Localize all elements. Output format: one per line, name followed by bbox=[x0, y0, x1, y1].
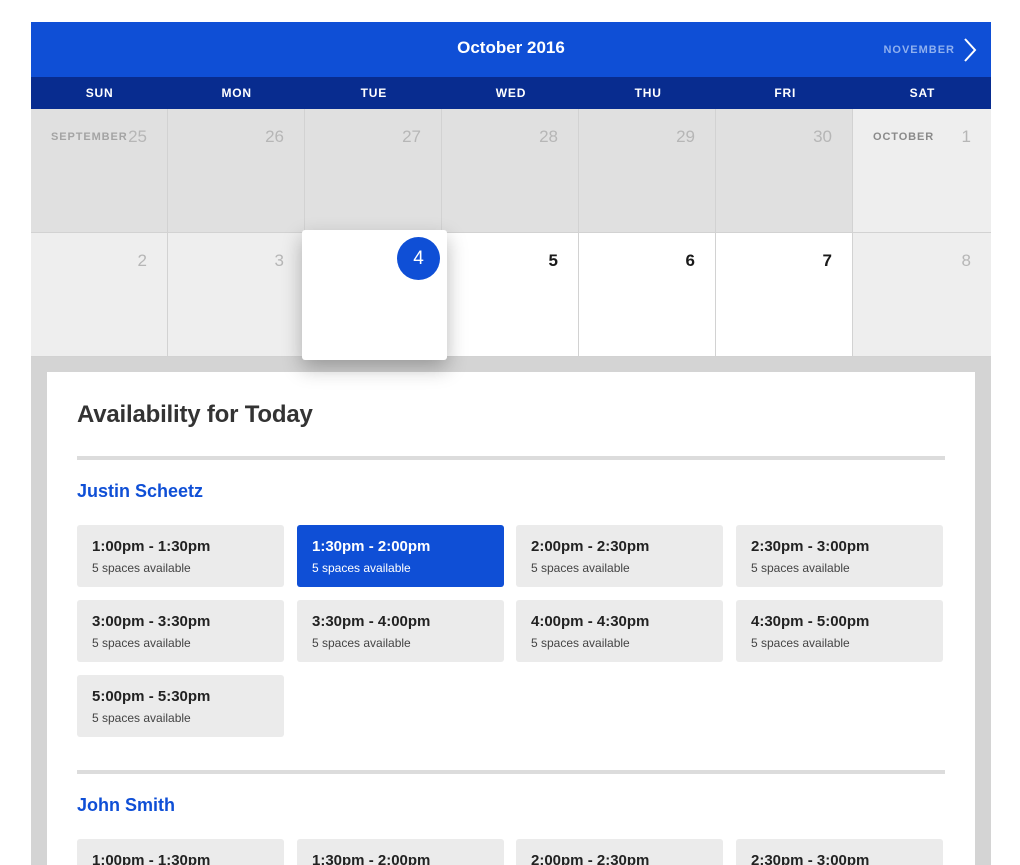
slot-time: 2:00pm - 2:30pm bbox=[531, 852, 650, 865]
month-title: October 2016 bbox=[457, 38, 565, 57]
time-slot[interactable]: 2:30pm - 3:00pm5 spaces available bbox=[736, 839, 943, 865]
next-month-label: NOVEMBER bbox=[883, 43, 955, 56]
slot-availability: 5 spaces available bbox=[92, 561, 191, 575]
weekday-sat: SAT bbox=[909, 86, 936, 100]
day-number: 8 bbox=[961, 251, 971, 270]
slot-time: 5:00pm - 5:30pm bbox=[92, 688, 211, 705]
weekday-wed: WED bbox=[495, 86, 527, 100]
slot-availability: 5 spaces available bbox=[751, 636, 850, 650]
day-cell: 29 bbox=[579, 109, 716, 233]
calendar: October 2016 NOVEMBER SUN MON TUE WED TH… bbox=[31, 22, 991, 865]
day-cell: 28 bbox=[442, 109, 579, 233]
slot-availability: 5 spaces available bbox=[531, 636, 630, 650]
day-number: 1 bbox=[961, 127, 971, 146]
slot-time: 3:30pm - 4:00pm bbox=[312, 613, 431, 630]
time-slot[interactable]: 3:30pm - 4:00pm 5 spaces available bbox=[297, 600, 504, 662]
slot-time: 3:00pm - 3:30pm bbox=[92, 613, 211, 630]
day-grid: SEPTEMBER 25 26 27 28 29 30 OCTOBER 1 2 3 5 6 7 8 bbox=[31, 109, 991, 357]
day-cell[interactable]: 6 bbox=[579, 233, 716, 357]
time-slot[interactable]: 2:00pm - 2:30pm5 spaces available bbox=[516, 839, 723, 865]
slot-availability: 5 spaces available bbox=[312, 561, 411, 575]
slot-availability: 5 spaces available bbox=[312, 636, 411, 650]
section-divider bbox=[77, 770, 945, 774]
today-cell[interactable]: 4 bbox=[302, 230, 447, 360]
weekday-thu: THU bbox=[634, 86, 662, 100]
day-cell: 30 bbox=[716, 109, 853, 233]
slot-time: 4:00pm - 4:30pm bbox=[531, 613, 650, 630]
day-cell: 27 bbox=[305, 109, 442, 233]
day-number: 29 bbox=[676, 127, 695, 146]
day-number: 2 bbox=[137, 251, 147, 270]
slot-time: 1:30pm - 2:00pm bbox=[312, 852, 431, 865]
weekday-tue: TUE bbox=[360, 86, 388, 100]
slot-availability: 5 spaces available bbox=[92, 636, 191, 650]
day-number: 7 bbox=[822, 251, 832, 270]
person-name: Justin Scheetz bbox=[77, 481, 204, 501]
slot-time: 1:00pm - 1:30pm bbox=[92, 538, 211, 555]
weekday-mon: MON bbox=[221, 86, 252, 100]
availability-panel: Availability for Today Justin Scheetz 1:0… bbox=[47, 372, 975, 865]
day-number: 27 bbox=[402, 127, 421, 146]
time-slot[interactable]: 4:30pm - 5:00pm 5 spaces available bbox=[736, 600, 943, 662]
day-number: 25 bbox=[128, 127, 147, 146]
time-slot[interactable]: 1:00pm - 1:30pm 5 spaces available bbox=[77, 525, 284, 587]
slot-availability: 5 spaces available bbox=[92, 711, 191, 725]
day-cell: SEPTEMBER 25 bbox=[31, 109, 168, 233]
day-cell[interactable]: 3 bbox=[168, 233, 305, 357]
time-slot[interactable]: 1:30pm - 2:00pm5 spaces available bbox=[297, 839, 504, 865]
day-number: 30 bbox=[813, 127, 832, 146]
day-number: 5 bbox=[548, 251, 558, 270]
time-slot[interactable]: 3:00pm - 3:30pm 5 spaces available bbox=[77, 600, 284, 662]
time-slot-selected[interactable]: 1:30pm - 2:00pm 5 spaces available bbox=[297, 525, 504, 587]
month-label: OCTOBER bbox=[873, 131, 935, 143]
day-cell[interactable]: 2 bbox=[31, 233, 168, 357]
day-cell: 26 bbox=[168, 109, 305, 233]
time-slot[interactable]: 1:00pm - 1:30pm5 spaces available bbox=[77, 839, 284, 865]
day-number: 28 bbox=[539, 127, 558, 146]
weekday-sun: SUN bbox=[85, 86, 114, 100]
slot-time: 2:30pm - 3:00pm bbox=[751, 852, 870, 865]
day-cell[interactable]: 8 bbox=[853, 233, 991, 357]
time-slot[interactable]: 2:00pm - 2:30pm 5 spaces available bbox=[516, 525, 723, 587]
slot-time: 4:30pm - 5:00pm bbox=[751, 613, 870, 630]
panel-title: Availability for Today bbox=[77, 401, 313, 428]
slot-time: 2:00pm - 2:30pm bbox=[531, 538, 650, 555]
next-month-button[interactable]: NOVEMBER bbox=[883, 22, 977, 77]
day-cell[interactable]: 5 bbox=[442, 233, 579, 357]
slot-time: 1:00pm - 1:30pm bbox=[92, 852, 211, 865]
slot-availability: 5 spaces available bbox=[531, 561, 630, 575]
section-divider bbox=[77, 456, 945, 460]
weekday-fri: FRI bbox=[774, 86, 797, 100]
month-label: SEPTEMBER bbox=[51, 131, 128, 143]
day-number: 26 bbox=[265, 127, 284, 146]
time-slot[interactable]: 2:30pm - 3:00pm 5 spaces available bbox=[736, 525, 943, 587]
calendar-header: October 2016 NOVEMBER bbox=[31, 22, 991, 77]
time-slot[interactable]: 4:00pm - 4:30pm 5 spaces available bbox=[516, 600, 723, 662]
person-name: John Smith bbox=[77, 795, 175, 815]
today-badge: 4 bbox=[397, 237, 440, 280]
day-cell[interactable]: 7 bbox=[716, 233, 853, 357]
time-slot[interactable]: 5:00pm - 5:30pm 5 spaces available bbox=[77, 675, 284, 737]
chevron-right-icon bbox=[964, 37, 977, 62]
slot-availability: 5 spaces available bbox=[751, 561, 850, 575]
slot-time: 1:30pm - 2:00pm bbox=[312, 538, 431, 555]
day-number: 6 bbox=[685, 251, 695, 270]
weekday-header-row: SUN MON TUE WED THU FRI SAT bbox=[31, 77, 991, 109]
day-cell[interactable]: OCTOBER 1 bbox=[853, 109, 991, 233]
day-number: 3 bbox=[274, 251, 284, 270]
slot-time: 2:30pm - 3:00pm bbox=[751, 538, 870, 555]
